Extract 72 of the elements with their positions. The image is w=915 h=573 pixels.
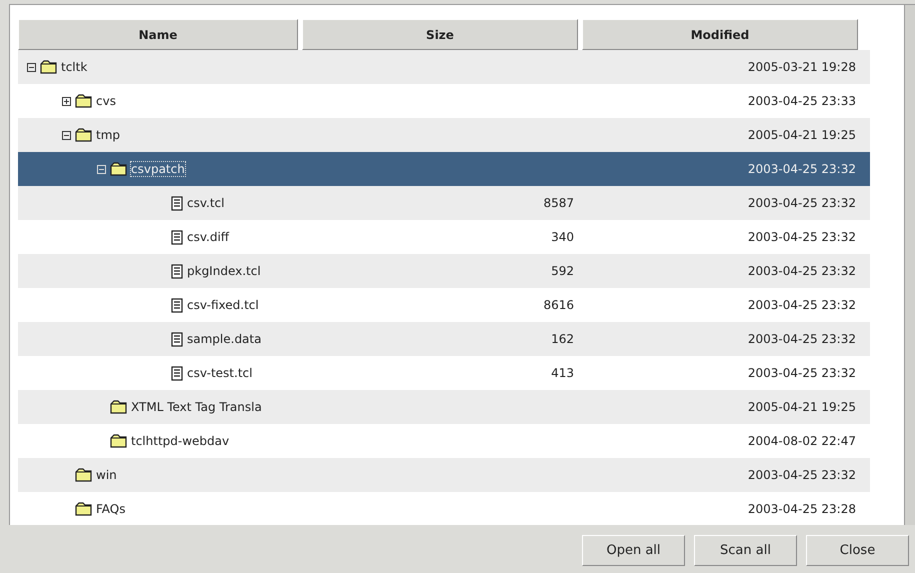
tree-row[interactable]: csv-fixed.tcl 8616 2003-04-25 23:32 [18, 288, 870, 322]
dialog-button[interactable]: Scan all [694, 535, 797, 566]
file-name[interactable]: csv.diff [187, 230, 230, 244]
file-name[interactable]: pkgIndex.tcl [187, 264, 261, 278]
folder-icon [75, 128, 93, 142]
dialog-button[interactable]: Open all [582, 535, 685, 566]
file-icon [171, 264, 184, 278]
folder-name[interactable]: csvpatch [131, 162, 185, 176]
column-header[interactable]: Name [18, 19, 298, 50]
dialog-button[interactable]: Close [806, 535, 909, 566]
tree-row[interactable]: FAQs 2003-04-25 23:28 [18, 492, 870, 526]
folder-name[interactable]: FAQs [96, 502, 126, 516]
folder-name[interactable]: XTML Text Tag Transla [131, 400, 262, 414]
file-size: 592 [551, 264, 574, 278]
folder-icon [40, 60, 58, 74]
modified-date: 2005-04-21 19:25 [748, 128, 856, 142]
modified-date: 2003-04-25 23:32 [748, 298, 856, 312]
modified-date: 2005-03-21 19:28 [748, 60, 856, 74]
file-size: 413 [551, 366, 574, 380]
collapse-icon[interactable] [27, 62, 36, 72]
tree-row[interactable]: tmp 2005-04-21 19:25 [18, 118, 870, 152]
expand-icon[interactable] [62, 96, 71, 106]
file-icon [171, 298, 184, 312]
selected-row[interactable]: csvpatch 2003-04-25 23:32 [18, 152, 870, 186]
column-header[interactable]: Modified [582, 19, 858, 50]
tree-row[interactable]: tcltk 2005-03-21 19:28 [18, 50, 870, 84]
modified-date: 2003-04-25 23:28 [748, 502, 856, 516]
folder-icon [75, 468, 93, 482]
file-name[interactable]: sample.data [187, 332, 262, 346]
folder-name[interactable]: tclhttpd-webdav [131, 434, 230, 448]
file-icon [171, 196, 184, 210]
file-size: 8616 [543, 298, 574, 312]
file-name[interactable]: csv-fixed.tcl [187, 298, 259, 312]
modified-date: 2004-08-02 22:47 [748, 434, 856, 448]
tree-row[interactable]: csv.diff 340 2003-04-25 23:32 [18, 220, 870, 254]
column-header[interactable]: Size [302, 19, 578, 50]
modified-date: 2003-04-25 23:32 [748, 196, 856, 210]
modified-date: 2003-04-25 23:32 [748, 366, 856, 380]
modified-date: 2003-04-25 23:32 [748, 264, 856, 278]
file-icon [171, 332, 184, 346]
collapse-icon[interactable] [62, 130, 71, 140]
modified-date: 2003-04-25 23:32 [748, 162, 856, 176]
file-size: 162 [551, 332, 574, 346]
tree-row[interactable]: pkgIndex.tcl 592 2003-04-25 23:32 [18, 254, 870, 288]
folder-icon [75, 502, 93, 516]
file-name[interactable]: csv-test.tcl [187, 366, 252, 380]
tree-row[interactable]: csv-test.tcl 413 2003-04-25 23:32 [18, 356, 870, 390]
folder-icon [75, 94, 93, 108]
modified-date: 2003-04-25 23:33 [748, 94, 856, 108]
file-size: 340 [551, 230, 574, 244]
file-size: 8587 [543, 196, 574, 210]
modified-date: 2003-04-25 23:32 [748, 230, 856, 244]
tree-row[interactable]: sample.data 162 2003-04-25 23:32 [18, 322, 870, 356]
tree-row[interactable]: cvs 2003-04-25 23:33 [18, 84, 870, 118]
modified-date: 2005-04-21 19:25 [748, 400, 856, 414]
modified-date: 2003-04-25 23:32 [748, 332, 856, 346]
folder-icon [110, 400, 128, 414]
folder-name[interactable]: win [96, 468, 117, 482]
folder-name[interactable]: cvs [96, 94, 116, 108]
folder-icon [110, 434, 128, 448]
tree-row[interactable]: csv.tcl 8587 2003-04-25 23:32 [18, 186, 870, 220]
tree-row[interactable]: XTML Text Tag Transla 2005-04-21 19:25 [18, 390, 870, 424]
file-name[interactable]: csv.tcl [187, 196, 224, 210]
tree-row[interactable]: tclhttpd-webdav 2004-08-02 22:47 [18, 424, 870, 458]
folder-name[interactable]: tmp [96, 128, 120, 142]
tree-row[interactable]: win 2003-04-25 23:32 [18, 458, 870, 492]
scrollbar[interactable] [904, 5, 915, 525]
file-icon [171, 366, 184, 380]
modified-date: 2003-04-25 23:32 [748, 468, 856, 482]
folder-name[interactable]: tcltk [61, 60, 88, 74]
folder-icon [110, 162, 128, 176]
file-icon [171, 230, 184, 244]
